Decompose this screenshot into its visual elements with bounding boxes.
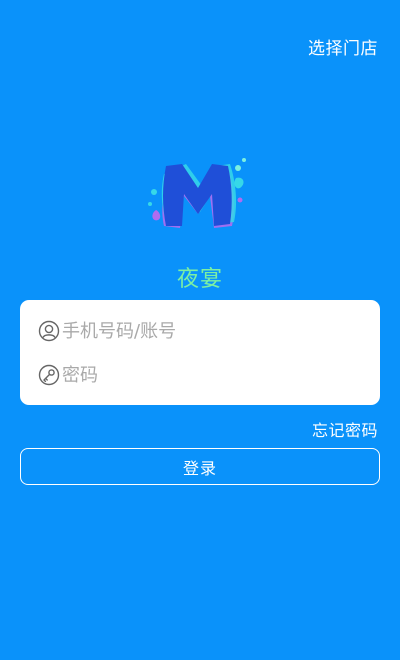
select-store-link[interactable]: 选择门店 xyxy=(308,34,378,59)
key-icon xyxy=(38,364,60,386)
password-input[interactable] xyxy=(60,360,366,390)
login-card xyxy=(20,300,380,405)
forgot-password-link[interactable]: 忘记密码 xyxy=(312,417,378,441)
logo-m-icon xyxy=(148,158,246,228)
login-button[interactable]: 登录 xyxy=(20,448,380,485)
app-logo xyxy=(140,148,260,238)
phone-field-row xyxy=(38,314,366,348)
phone-account-input[interactable] xyxy=(60,316,366,346)
app-name: 夜宴 xyxy=(176,267,223,292)
user-icon xyxy=(38,320,60,342)
password-field-row xyxy=(38,358,366,392)
